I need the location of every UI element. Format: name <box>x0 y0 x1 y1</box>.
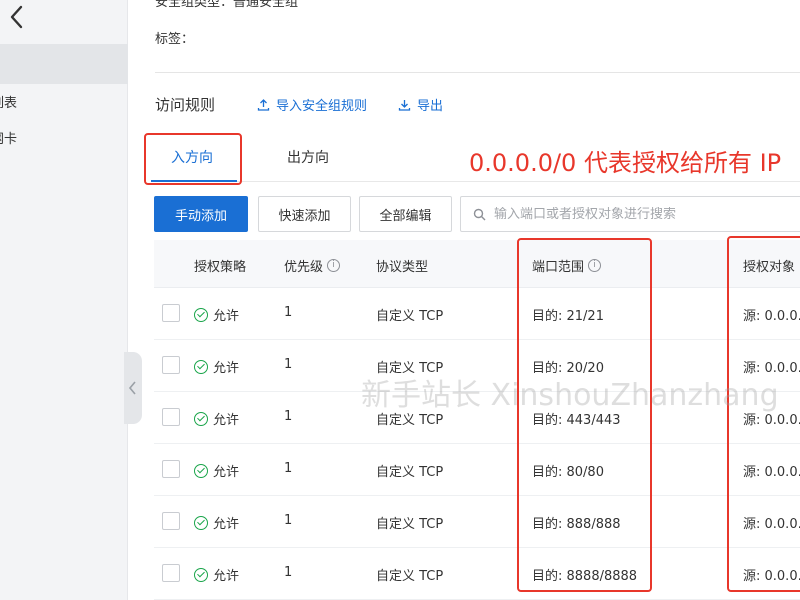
security-group-type-text: 安全组类型：普通安全组 <box>155 0 299 10</box>
row-checkbox[interactable] <box>162 408 180 426</box>
access-rules-title: 访问规则 <box>155 96 216 114</box>
port-range-cell: 目的: 80/80 <box>532 465 604 480</box>
row-checkbox[interactable] <box>162 512 180 530</box>
auth-object-cell: 源: 0.0.0.0/0 <box>743 517 800 532</box>
info-icon[interactable]: i <box>327 259 341 272</box>
column-header-port-range: 端口范围 i <box>532 256 602 275</box>
check-circle-icon <box>194 411 208 426</box>
row-checkbox[interactable] <box>162 304 180 322</box>
protocol-cell: 自定义 TCP <box>376 309 444 324</box>
auth-object-cell: 源: 0.0.0.0/0 <box>743 413 800 428</box>
check-circle-icon <box>194 515 208 530</box>
policy-cell: 允许 <box>194 357 239 376</box>
active-tab-indicator <box>151 180 237 182</box>
tab-outbound[interactable]: 出方向 <box>287 147 329 167</box>
auth-object-cell: 源: 0.0.0.0/0 <box>743 465 800 480</box>
table-row: 允许 1 自定义 TCP 目的: 443/443 源: 0.0.0.0/0 <box>154 392 800 444</box>
check-circle-icon <box>194 567 208 582</box>
policy-cell: 允许 <box>194 409 239 428</box>
check-circle-icon <box>194 463 208 478</box>
protocol-cell: 自定义 TCP <box>376 413 444 428</box>
table-header: 授权策略 优先级 i 协议类型 端口范围 i 授权对象 <box>154 240 800 288</box>
row-checkbox[interactable] <box>162 356 180 374</box>
policy-cell: 允许 <box>194 461 239 480</box>
search-box <box>460 196 800 232</box>
priority-cell: 1 <box>284 305 293 320</box>
annotation-text: 0.0.0.0/0 代表授权给所有 IP <box>469 149 782 177</box>
sidebar-item-list[interactable]: 列表 <box>0 92 26 111</box>
back-chevron-icon[interactable] <box>4 2 30 32</box>
export-label: 导出 <box>417 99 444 114</box>
protocol-cell: 自定义 TCP <box>376 569 444 584</box>
port-range-cell: 目的: 8888/8888 <box>532 569 638 584</box>
tags-label: 标签： <box>155 32 195 47</box>
row-checkbox[interactable] <box>162 564 180 582</box>
check-circle-icon <box>194 359 208 374</box>
priority-cell: 1 <box>284 409 293 424</box>
row-checkbox[interactable] <box>162 460 180 478</box>
divider <box>155 72 800 73</box>
port-range-cell: 目的: 443/443 <box>532 413 621 428</box>
priority-cell: 1 <box>284 513 293 528</box>
search-icon <box>473 208 486 220</box>
priority-cell: 1 <box>284 461 293 476</box>
table-row: 允许 1 自定义 TCP 目的: 80/80 源: 0.0.0.0/0 <box>154 444 800 496</box>
sidebar-item-nic[interactable]: 网卡 <box>0 128 26 147</box>
table-row: 允许 1 自定义 TCP 目的: 8888/8888 源: 0.0.0.0/0 <box>154 548 800 600</box>
check-circle-icon <box>194 307 208 322</box>
table-row: 允许 1 自定义 TCP 目的: 888/888 源: 0.0.0.0/0 <box>154 496 800 548</box>
table-row: 允许 1 自定义 TCP 目的: 20/20 源: 0.0.0.0/0 <box>154 340 800 392</box>
protocol-cell: 自定义 TCP <box>376 465 444 480</box>
export-link[interactable]: 导出 <box>398 95 443 114</box>
port-range-cell: 目的: 888/888 <box>532 517 621 532</box>
download-icon <box>398 100 411 111</box>
sidebar: 列表 网卡 <box>0 0 142 600</box>
policy-cell: 允许 <box>194 513 239 532</box>
sidebar-item-active[interactable] <box>0 44 128 84</box>
protocol-cell: 自定义 TCP <box>376 361 444 376</box>
table-row: 允许 1 自定义 TCP 目的: 21/21 源: 0.0.0.0/0 <box>154 288 800 340</box>
priority-cell: 1 <box>284 357 293 372</box>
auth-object-cell: 源: 0.0.0.0/0 <box>743 309 800 324</box>
column-header-protocol: 协议类型 <box>376 260 429 275</box>
priority-cell: 1 <box>284 565 293 580</box>
console-page: 列表 网卡 安全组类型：普通安全组 标签： 访问规则 导入安全组规则 导出 入方… <box>0 0 800 600</box>
port-range-cell: 目的: 21/21 <box>532 309 604 324</box>
import-rules-link[interactable]: 导入安全组规则 <box>257 95 367 114</box>
policy-cell: 允许 <box>194 565 239 584</box>
search-input[interactable] <box>494 206 794 222</box>
column-header-auth-object: 授权对象 <box>743 260 796 275</box>
info-icon[interactable]: i <box>588 259 602 272</box>
edit-all-button[interactable]: 全部编辑 <box>359 196 452 232</box>
import-rules-label: 导入安全组规则 <box>276 99 368 114</box>
tabs-divider <box>151 181 800 182</box>
upload-icon <box>257 99 270 111</box>
protocol-cell: 自定义 TCP <box>376 517 444 532</box>
quick-add-button[interactable]: 快速添加 <box>258 196 351 232</box>
port-range-cell: 目的: 20/20 <box>532 361 604 376</box>
auth-object-cell: 源: 0.0.0.0/0 <box>743 361 800 376</box>
tab-inbound[interactable]: 入方向 <box>171 147 213 167</box>
policy-cell: 允许 <box>194 305 239 324</box>
column-header-priority: 优先级 i <box>284 256 341 275</box>
main-content: 安全组类型：普通安全组 标签： 访问规则 导入安全组规则 导出 入方向 出方向 … <box>129 0 800 600</box>
manual-add-button[interactable]: 手动添加 <box>154 196 248 232</box>
auth-object-cell: 源: 0.0.0.0/0 <box>743 569 800 584</box>
column-header-policy: 授权策略 <box>194 260 247 275</box>
